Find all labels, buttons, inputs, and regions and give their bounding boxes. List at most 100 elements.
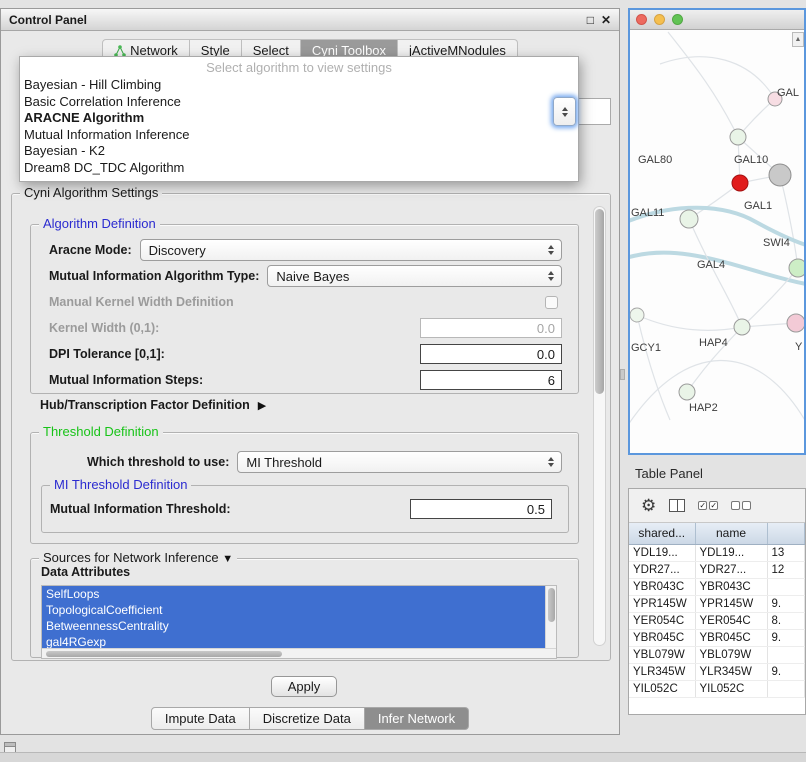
columns-icon[interactable] [669,499,685,512]
tab-discretize-data[interactable]: Discretize Data [250,707,365,730]
table-cell[interactable]: 9. [767,629,805,646]
table-cell[interactable]: YER054C [629,612,695,629]
chevron-down-icon[interactable]: ▼ [222,553,233,565]
mi-steps-field[interactable]: 6 [420,370,562,390]
settings-scrollbar[interactable] [593,206,606,646]
list-item[interactable]: TopologicalCoefficient [42,602,545,618]
scrollbar-thumb[interactable] [595,209,604,394]
network-node[interactable] [730,129,746,145]
gear-icon[interactable]: ⚙ [641,497,656,514]
table-cell[interactable]: 9. [767,663,805,680]
network-node[interactable] [787,314,804,332]
mi-type-select[interactable]: Naive Bayes [267,265,562,287]
dpi-tolerance-field[interactable]: 0.0 [420,344,562,364]
table-cell[interactable]: YLR345W [629,663,695,680]
table-cell[interactable]: YDL19... [695,544,767,561]
mi-threshold-row: Mutual Information Threshold: 0.5 [50,498,560,520]
manual-kernel-checkbox[interactable] [545,296,558,309]
list-horizontal-scrollbar[interactable] [42,648,556,658]
table-cell[interactable]: YPR145W [629,595,695,612]
network-node[interactable] [734,319,750,335]
table-cell[interactable] [767,578,805,595]
table-row[interactable]: YBR045CYBR045C9. [629,629,805,646]
table-cell[interactable]: YBL079W [629,646,695,663]
table-cell[interactable]: 12 [767,561,805,578]
network-edge [630,360,804,428]
algorithm-option[interactable]: Bayesian - Hill Climbing [20,77,578,94]
float-window-icon[interactable]: □ [587,13,594,27]
table-cell[interactable]: YBR043C [695,578,767,595]
table-row[interactable]: YDL19...YDL19...13 [629,544,805,561]
column-header[interactable]: name [695,523,767,544]
network-node[interactable] [789,259,804,277]
close-traffic-light-icon[interactable] [636,14,647,25]
mi-threshold-field[interactable]: 0.5 [410,499,552,519]
table-cell[interactable]: YLR345W [695,663,767,680]
kernel-width-field[interactable]: 0.0 [420,318,562,338]
column-header[interactable] [767,523,805,544]
hub-definition-toggle[interactable]: Hub/Transcription Factor Definition ▶ [40,398,266,412]
select-all-columns-icon[interactable]: ✓ ✓ [698,501,718,510]
combo-arrows-icon [548,457,554,467]
control-panel-titlebar[interactable]: Control Panel □ ✕ [1,9,619,31]
network-node[interactable] [679,384,695,400]
column-header[interactable]: shared... [629,523,695,544]
table-cell[interactable]: YDR27... [629,561,695,578]
table-row[interactable]: YDR27...YDR27...12 [629,561,805,578]
aracne-mode-select[interactable]: Discovery [140,239,562,261]
table-cell[interactable]: 9. [767,595,805,612]
table-row[interactable]: YBL079WYBL079W [629,646,805,663]
list-vertical-scrollbar[interactable] [545,586,556,650]
network-canvas[interactable]: GALGAL80GAL10GAL1GAL11SWI4GAL4GCY1HAP4HA… [630,30,804,453]
table-cell[interactable]: YBR045C [695,629,767,646]
network-node-label: GAL1 [744,200,772,212]
algorithm-option[interactable]: Dream8 DC_TDC Algorithm [20,160,578,177]
minimize-traffic-light-icon[interactable] [654,14,665,25]
algorithm-option[interactable]: Bayesian - K2 [20,143,578,160]
table-cell[interactable]: YPR145W [695,595,767,612]
network-node[interactable] [680,210,698,228]
algorithm-option[interactable]: Mutual Information Inference [20,127,578,144]
table-row[interactable]: YBR043CYBR043C [629,578,805,595]
tab-impute-data[interactable]: Impute Data [151,707,250,730]
algorithm-option-selected[interactable]: ARACNE Algorithm [20,110,578,127]
table-row[interactable]: YLR345WYLR345W9. [629,663,805,680]
table-cell[interactable]: YIL052C [695,680,767,697]
sources-group: Sources for Network Inference ▼ Data Att… [30,558,579,658]
data-attributes-list[interactable]: SelfLoops TopologicalCoefficient Between… [41,585,557,659]
network-node[interactable] [769,164,791,186]
network-node[interactable] [732,175,748,191]
network-scrollbar-up-button[interactable]: ▲ [792,32,804,47]
which-threshold-select[interactable]: MI Threshold [237,451,562,473]
table-cell[interactable] [767,680,805,697]
list-item[interactable]: SelfLoops [42,586,545,602]
zoom-traffic-light-icon[interactable] [672,14,683,25]
table-row[interactable]: YIL052CYIL052C [629,680,805,697]
network-graph[interactable]: GALGAL80GAL10GAL1GAL11SWI4GAL4GCY1HAP4HA… [630,30,804,453]
table-panel-title: Table Panel [635,466,703,481]
table-cell[interactable]: YDL19... [629,544,695,561]
apply-button[interactable]: Apply [271,676,337,697]
deselect-all-columns-icon[interactable] [731,501,751,510]
table-cell[interactable]: YBL079W [695,646,767,663]
close-icon[interactable]: ✕ [601,13,611,27]
algorithm-combobox-stepper[interactable] [553,97,576,126]
table-cell[interactable]: 8. [767,612,805,629]
network-window-titlebar[interactable] [630,10,804,30]
table-cell[interactable]: YBR045C [629,629,695,646]
network-node[interactable] [630,308,644,322]
table-row[interactable]: YPR145WYPR145W9. [629,595,805,612]
table-cell[interactable]: YIL052C [629,680,695,697]
scrollbar-thumb[interactable] [548,588,555,622]
table-cell[interactable]: YDR27... [695,561,767,578]
tab-infer-network[interactable]: Infer Network [365,707,469,730]
pane-divider-grip[interactable] [620,369,625,380]
table-cell[interactable] [767,646,805,663]
table-row[interactable]: YER054CYER054C8. [629,612,805,629]
list-item[interactable]: BetweennessCentrality [42,618,545,634]
table-cell[interactable]: YBR043C [629,578,695,595]
table-cell[interactable]: 13 [767,544,805,561]
algorithm-option[interactable]: Basic Correlation Inference [20,94,578,111]
scrollbar-thumb[interactable] [46,651,282,657]
table-cell[interactable]: YER054C [695,612,767,629]
